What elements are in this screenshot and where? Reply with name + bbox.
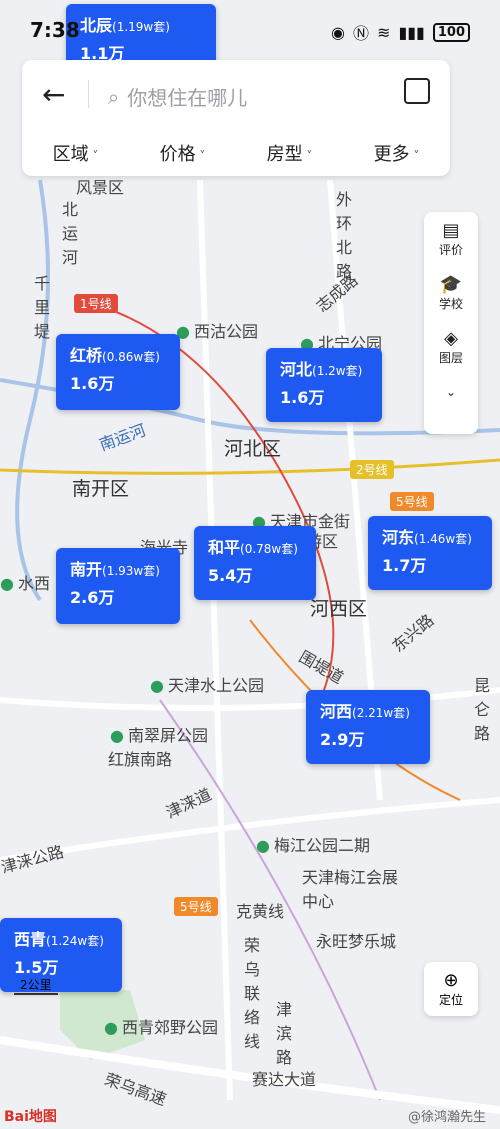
map-label: 天津梅江会展中心 [302,868,399,911]
search-input[interactable]: ⌕ 你想住在哪儿 [88,80,248,111]
locate-label: 定位 [438,992,463,1007]
filter-more[interactable]: 更多 [374,140,420,166]
review-button[interactable]: ▤ 评价 [424,212,478,266]
locate-button[interactable]: ⊕ 定位 [424,962,478,1016]
search-icon: ⌕ [108,84,120,109]
school-icon: 🎓 [439,273,463,295]
bubble-hongqiao[interactable]: 红桥(0.86w套) 1.6万 [56,334,180,410]
map-label: 南开区 [72,478,130,500]
search-divider [88,80,89,108]
bubble-hebei[interactable]: 河北(1.2w套) 1.6万 [266,348,382,422]
review-label: 评价 [438,242,463,257]
filter-room-type[interactable]: 房型 [267,140,313,166]
map-label: 河西区 [310,598,368,620]
school-label: 学校 [438,296,463,311]
bubble-price: 1.7万 [382,556,427,575]
bubble-price: 1.6万 [280,388,325,407]
map-label: 永旺梦乐城 [316,932,397,951]
layers-button[interactable]: ◈ 图层 [424,320,478,374]
map-label: 梅江公园二期 [256,832,370,856]
bubble-name: 河西 [320,702,353,721]
filter-price[interactable]: 价格 [160,140,206,166]
bubble-count: (0.78w套) [240,542,298,556]
map-label: 水西 [0,570,50,594]
layers-icon: ◈ [444,327,458,349]
map-label: 昆仑路 [474,676,491,743]
watermark: @徐鸿瀚先生 [407,1110,486,1125]
bubble-hexi[interactable]: 河西(2.21w套) 2.9万 [306,690,430,764]
bubble-name: 南开 [70,560,103,579]
map-label: 外环北路 [336,190,353,281]
signal-icon: ▮▮▮ [398,22,425,42]
bubble-name: 河东 [382,528,415,547]
filter-bar: 区域 价格 房型 更多 [22,140,450,166]
map-label: 克黄线 [236,902,285,921]
map-label: 西沽公园 [176,318,258,342]
map-label: 南翠屏公园 [110,722,208,746]
search-placeholder: 你想住在哪儿 [127,86,248,110]
map-label: 荣乌联络线 [244,936,261,1051]
status-time: 7:38 [30,18,80,42]
metro-line-badge: 1号线 [74,294,118,313]
bubble-count: (1.24w套) [46,934,104,948]
map-label: 津滨路 [276,1000,293,1067]
bubble-count: (1.2w套) [312,364,363,378]
bubble-name: 红桥 [70,346,103,365]
bubble-name: 和平 [208,538,241,557]
layers-label: 图层 [438,350,463,365]
expand-button[interactable]: ⌄ [424,374,478,410]
map-label: 赛达大道 [252,1070,317,1089]
right-tool-panel: ▤ 评价 🎓 学校 ◈ 图层 ⌄ [424,212,478,434]
map-label: 千里堤 [34,274,51,341]
metro-line-badge: 5号线 [174,897,218,916]
status-bar: 7:38 ◉ Ⓝ ≋ ▮▮▮ 100 [0,0,500,60]
nfc-icon: Ⓝ [353,24,370,43]
search-card: ← ⌕ 你想住在哪儿 区域 价格 房型 更多 [22,60,450,176]
bubble-nankai[interactable]: 南开(1.93w套) 2.6万 [56,548,180,624]
bubble-name: 西青 [14,930,47,949]
bubble-hedong[interactable]: 河东(1.46w套) 1.7万 [368,516,492,590]
metro-line-badge: 5号线 [390,492,434,511]
review-icon: ▤ [442,219,460,241]
map-label: 风景区 [76,178,125,197]
scale-bar: 2公里 [14,976,58,995]
metro-line-badge: 2号线 [350,460,394,479]
battery-icon: 100 [432,22,470,42]
message-icon[interactable] [404,78,430,104]
chevron-down-icon: ⌄ [445,385,457,399]
bubble-name: 河北 [280,360,313,379]
bubble-count: (0.86w套) [102,350,160,364]
bubble-price: 2.9万 [320,730,365,749]
status-icons: ◉ Ⓝ ≋ ▮▮▮ 100 [331,20,470,44]
map-label: 西青郊野公园 [104,1014,218,1038]
wifi-icon: ≋ [377,22,391,42]
eye-icon: ◉ [331,22,346,42]
locate-icon: ⊕ [443,969,459,991]
map-label: 红旗南路 [108,750,173,769]
bubble-price: 1.6万 [70,374,115,393]
map-logo: Bai地图 [4,1109,57,1125]
map-label: 北运河 [62,200,79,267]
bubble-price: 1.5万 [14,958,59,977]
filter-area[interactable]: 区域 [53,140,99,166]
bubble-price: 5.4万 [208,566,253,585]
bubble-count: (1.93w套) [102,564,160,578]
map-label: 天津水上公园 [150,672,264,696]
school-button[interactable]: 🎓 学校 [424,266,478,320]
map-label: 河北区 [224,438,282,460]
bubble-count: (1.46w套) [414,532,472,546]
back-icon[interactable]: ← [42,78,65,111]
bubble-heping[interactable]: 和平(0.78w套) 5.4万 [194,526,316,600]
bubble-count: (2.21w套) [352,706,410,720]
bubble-price: 2.6万 [70,588,115,607]
